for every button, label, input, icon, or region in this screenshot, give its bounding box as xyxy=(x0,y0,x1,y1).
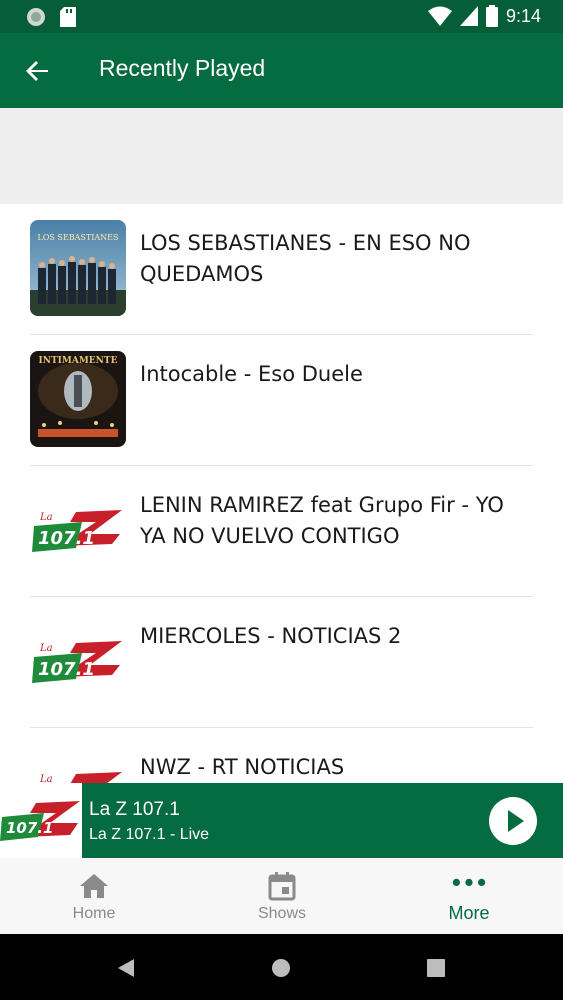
now-playing-title: La Z 107.1 xyxy=(89,799,180,820)
sync-icon xyxy=(27,8,45,26)
list-item[interactable]: 107.1 La LENIN RAMIREZ feat Grupo Fir - … xyxy=(30,466,533,597)
nav-label-shows: Shows xyxy=(257,905,307,922)
page-title: Recently Played xyxy=(99,55,266,81)
svg-text:La: La xyxy=(39,774,53,783)
status-time: 9:14 xyxy=(505,5,541,26)
svg-text:INTIMAMENTE: INTIMAMENTE xyxy=(39,356,118,366)
svg-text:107.1: 107.1 xyxy=(38,528,95,549)
item-title: LOS SEBASTIANES - EN ESO NO QUEDAMOS xyxy=(140,231,471,286)
la-z-107-logo: 107.1 La xyxy=(30,613,126,709)
system-home-icon[interactable] xyxy=(271,958,291,978)
nav-label-home: Home xyxy=(72,905,116,922)
la-z-107-logo: 107.1 La xyxy=(30,482,126,578)
arrow-back-icon[interactable] xyxy=(22,55,54,87)
list-item[interactable]: LOS SEBASTIANES LOS SEBASTIANES - EN ESO… xyxy=(30,204,533,335)
list-item[interactable]: INTIMAMENTE Intocable - Eso Duele xyxy=(30,335,533,466)
wifi-icon xyxy=(427,6,452,26)
system-recents-icon[interactable] xyxy=(427,959,445,977)
svg-text:La: La xyxy=(39,643,53,654)
svg-text:La: La xyxy=(39,512,53,523)
system-back-icon[interactable] xyxy=(116,958,136,978)
album-art-intimamente: INTIMAMENTE xyxy=(30,351,126,447)
item-title: NWZ - RT NOTICIAS xyxy=(140,755,345,779)
sd-card-icon xyxy=(60,7,76,27)
home-icon xyxy=(80,874,108,898)
more-dots-icon xyxy=(452,878,486,886)
nav-home[interactable]: Home xyxy=(0,858,188,934)
system-nav-bar xyxy=(0,934,563,1000)
play-icon xyxy=(508,810,524,832)
la-z-107-logo: 107.1 La xyxy=(30,744,126,783)
recently-played-list: LOS SEBASTIANES LOS SEBASTIANES - EN ESO… xyxy=(0,204,563,783)
status-bar: 9:14 xyxy=(0,0,563,33)
mini-player[interactable]: 107.1 La Z 107.1 La Z 107.1 - Live xyxy=(0,783,563,858)
play-button[interactable] xyxy=(489,797,537,845)
nav-shows[interactable]: Shows xyxy=(188,858,376,934)
bottom-nav: Home Shows More xyxy=(0,858,563,934)
ad-banner-area xyxy=(0,108,563,204)
list-item[interactable]: 107.1 La NWZ - RT NOTICIAS xyxy=(30,728,533,783)
la-z-107-logo: 107.1 xyxy=(0,783,82,858)
nav-more[interactable]: More xyxy=(375,858,563,934)
svg-text:107.1: 107.1 xyxy=(38,659,95,680)
item-title: LENIN RAMIREZ feat Grupo Fir - YO YA NO … xyxy=(140,493,504,548)
now-playing-subtitle: La Z 107.1 - Live xyxy=(89,826,210,843)
app-bar: Recently Played xyxy=(0,33,563,108)
nav-label-more: More xyxy=(448,903,490,923)
mini-logo-text: 107.1 xyxy=(6,819,53,837)
battery-icon xyxy=(485,5,498,27)
item-title: MIERCOLES - NOTICIAS 2 xyxy=(140,624,402,648)
signal-icon xyxy=(459,6,478,26)
album-art-los-sebastianes: LOS SEBASTIANES xyxy=(30,220,126,316)
list-item[interactable]: 107.1 La MIERCOLES - NOTICIAS 2 xyxy=(30,597,533,728)
svg-text:LOS SEBASTIANES: LOS SEBASTIANES xyxy=(38,233,119,242)
item-title: Intocable - Eso Duele xyxy=(140,362,363,386)
calendar-icon xyxy=(268,872,296,901)
